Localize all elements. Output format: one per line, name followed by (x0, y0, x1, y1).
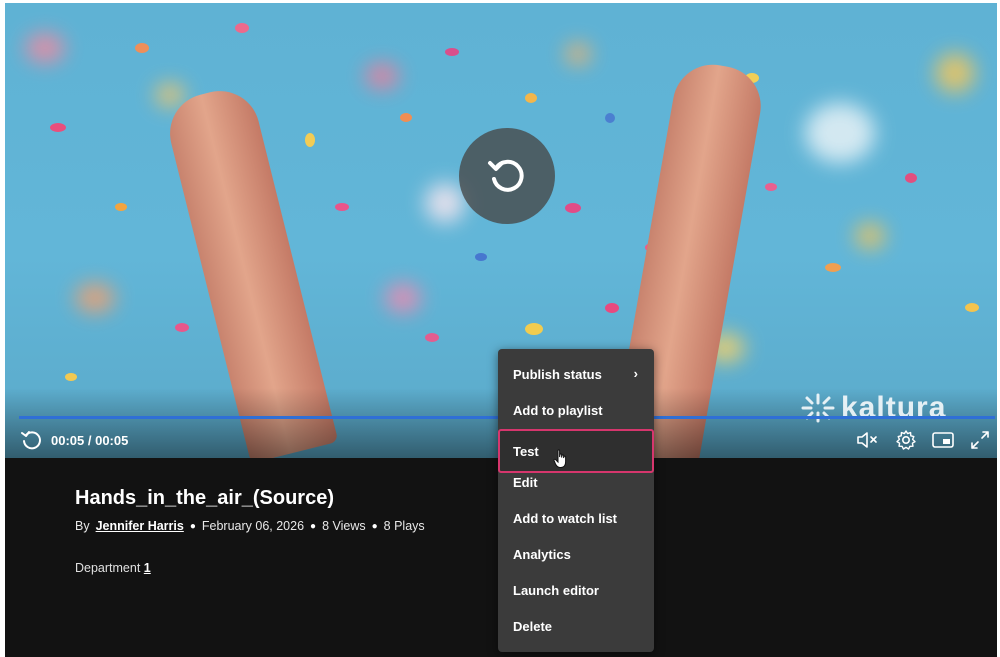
kaltura-watermark: kaltura (801, 391, 946, 425)
menu-item-delete[interactable]: Delete (498, 608, 654, 644)
views-count: 8 Views (322, 519, 366, 533)
menu-item-analytics[interactable]: Analytics (498, 536, 654, 572)
menu-item-edit[interactable]: Edit (498, 464, 654, 500)
menu-item-label: Delete (513, 618, 553, 634)
mute-button[interactable] (855, 430, 881, 450)
replay-button[interactable] (459, 128, 555, 224)
fullscreen-button[interactable] (969, 429, 991, 451)
time-display: 00:05 / 00:05 (51, 432, 129, 448)
actions-menu: Publish status › Add to playlist Test Ed… (498, 349, 654, 652)
replay-icon (19, 428, 43, 452)
menu-item-label: Edit (513, 474, 538, 490)
separator-dot: ● (371, 520, 378, 532)
media-date: February 06, 2026 (201, 519, 305, 533)
media-meta: By Jennifer Harris ● February 06, 2026 ●… (75, 519, 425, 533)
separator-dot: ● (189, 520, 196, 532)
menu-item-add-to-playlist[interactable]: Add to playlist (498, 392, 654, 428)
media-title: Hands_in_the_air_(Source) (75, 487, 334, 509)
picture-in-picture-icon (931, 430, 955, 450)
menu-item-label: Analytics (513, 546, 571, 562)
author-link[interactable]: Jennifer Harris (96, 519, 184, 533)
hand-cursor-icon (553, 449, 569, 474)
menu-item-label: Publish status (513, 366, 602, 382)
fullscreen-icon (969, 429, 991, 451)
picture-in-picture-button[interactable] (931, 430, 955, 450)
menu-item-launch-editor[interactable]: Launch editor (498, 572, 654, 608)
menu-item-label: Launch editor (513, 582, 599, 598)
category-field: Department 1 (75, 561, 151, 575)
menu-item-add-to-watch-list[interactable]: Add to watch list (498, 500, 654, 536)
settings-button[interactable] (895, 429, 917, 451)
replay-control-button[interactable] (19, 428, 43, 452)
menu-item-label: Add to watch list (513, 510, 617, 526)
category-link[interactable]: 1 (144, 561, 151, 575)
menu-item-publish-status[interactable]: Publish status › (498, 356, 654, 392)
menu-item-label: Add to playlist (513, 402, 603, 418)
separator-dot: ● (310, 520, 317, 532)
category-label: Department (75, 561, 141, 575)
replay-icon (482, 151, 532, 201)
volume-muted-icon (855, 430, 881, 450)
chevron-right-icon: › (633, 366, 638, 381)
by-label: By (75, 519, 90, 533)
watermark-text: kaltura (841, 391, 947, 424)
plays-count: 8 Plays (383, 519, 425, 533)
menu-item-label: Test (513, 443, 539, 459)
gear-icon (895, 429, 917, 451)
